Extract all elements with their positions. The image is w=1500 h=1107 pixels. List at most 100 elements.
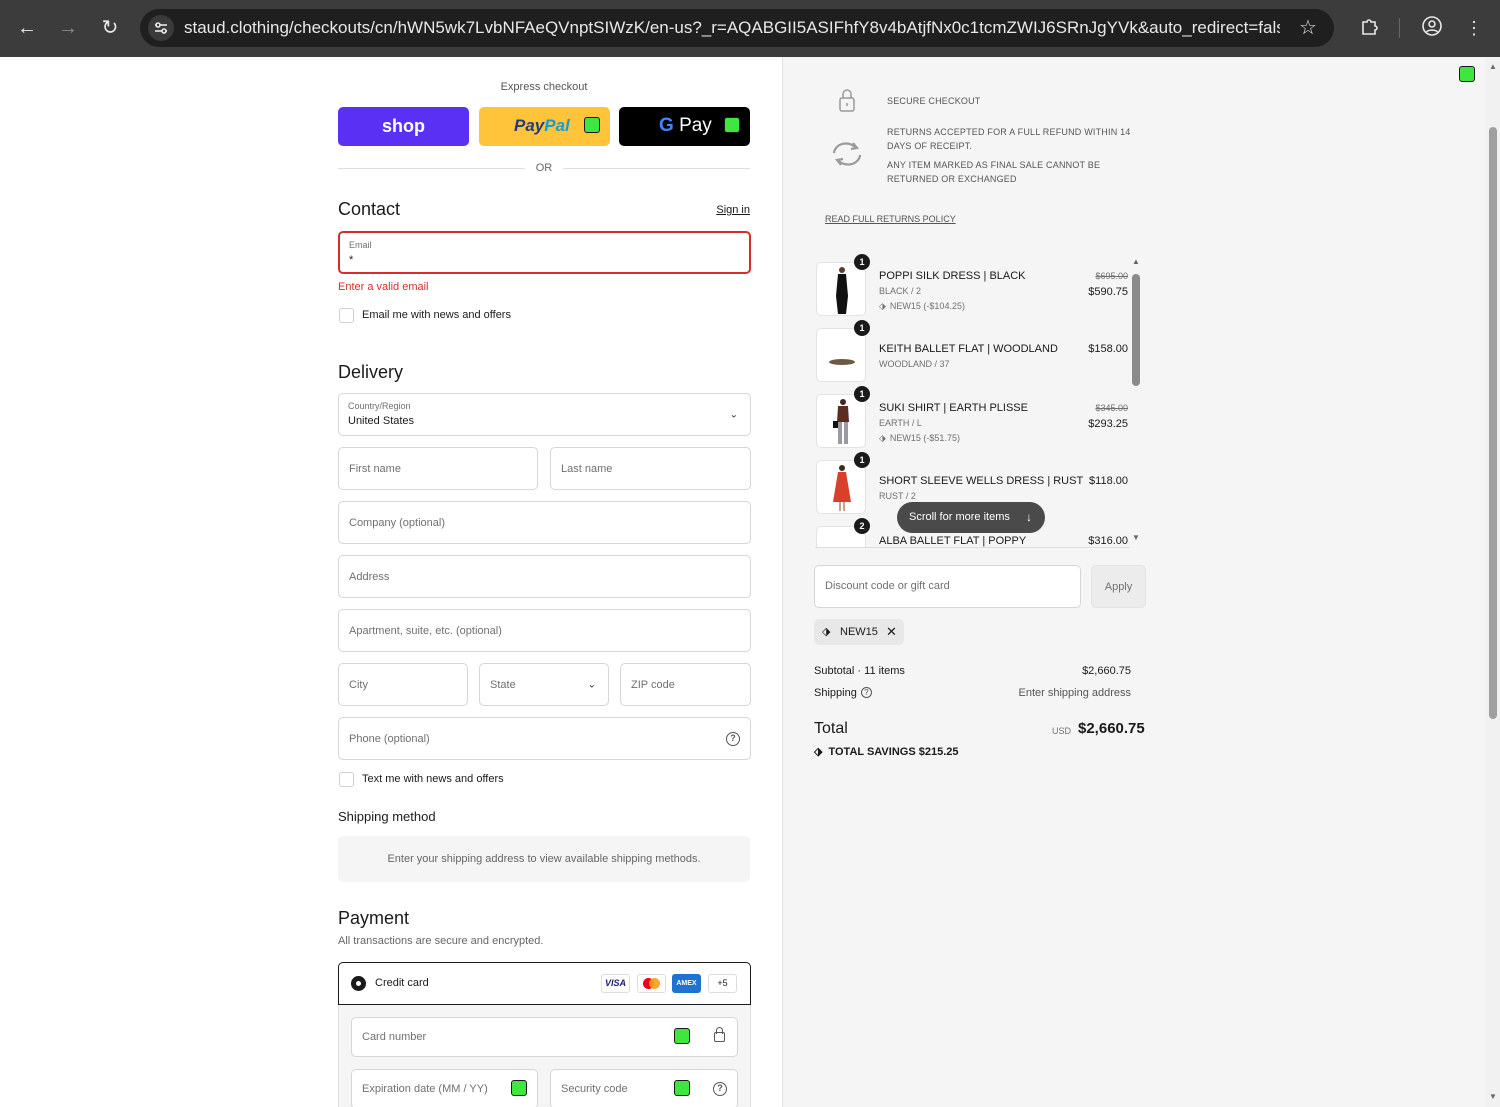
green-marker bbox=[674, 1028, 690, 1044]
extensions-icon[interactable] bbox=[1357, 15, 1383, 41]
product-image bbox=[816, 394, 866, 448]
apply-discount-button[interactable]: Apply bbox=[1091, 565, 1146, 608]
credit-card-option[interactable]: Credit card VISA AMEX +5 bbox=[338, 962, 751, 1005]
credit-card-radio[interactable] bbox=[351, 976, 366, 991]
site-info-icon[interactable] bbox=[148, 15, 174, 41]
or-divider-label: OR bbox=[535, 162, 553, 174]
first-name-field[interactable]: First name bbox=[338, 447, 538, 490]
email-field[interactable]: Email * bbox=[338, 231, 751, 274]
currency-label: USD bbox=[1052, 726, 1072, 736]
back-icon[interactable]: ← bbox=[13, 14, 41, 42]
expiration-field[interactable]: Expiration date (MM / YY) bbox=[351, 1069, 538, 1107]
expiration-placeholder: Expiration date (MM / YY) bbox=[362, 1083, 488, 1095]
company-field[interactable]: Company (optional) bbox=[338, 501, 751, 544]
returns-policy-link[interactable]: READ FULL RETURNS POLICY bbox=[825, 214, 956, 224]
more-cards-badge: +5 bbox=[708, 974, 737, 993]
sign-in-link[interactable]: Sign in bbox=[690, 204, 750, 216]
product-image bbox=[816, 262, 866, 316]
page-scrollbar[interactable]: ▲ ▼ bbox=[1486, 57, 1500, 1107]
zip-field[interactable]: ZIP code bbox=[620, 663, 751, 706]
city-field[interactable]: City bbox=[338, 663, 468, 706]
security-code-field[interactable]: Security code ? bbox=[550, 1069, 738, 1107]
apartment-placeholder: Apartment, suite, etc. (optional) bbox=[349, 624, 502, 637]
visa-icon: VISA bbox=[601, 974, 630, 993]
payment-subtitle: All transactions are secure and encrypte… bbox=[338, 935, 544, 947]
help-icon[interactable]: ? bbox=[726, 731, 740, 746]
quantity-badge: 1 bbox=[854, 254, 870, 270]
product-variant: EARTH / L bbox=[879, 418, 922, 428]
sms-newsletter-label: Text me with news and offers bbox=[362, 773, 504, 785]
green-marker bbox=[724, 117, 740, 133]
secure-checkout-text: SECURE CHECKOUT bbox=[887, 96, 981, 106]
google-pay-logo: G Pay bbox=[659, 115, 712, 136]
phone-field[interactable]: Phone (optional) ? bbox=[338, 717, 751, 760]
state-placeholder: State bbox=[490, 678, 516, 691]
shop-pay-button[interactable]: shop bbox=[338, 107, 469, 146]
country-value: United States bbox=[348, 415, 415, 427]
bookmark-star-icon[interactable]: ☆ bbox=[1296, 16, 1320, 40]
forward-icon[interactable]: → bbox=[54, 14, 82, 42]
product-variant: RUST / 2 bbox=[879, 491, 916, 501]
apartment-field[interactable]: Apartment, suite, etc. (optional) bbox=[338, 609, 751, 652]
product-name: ALBA BALLET FLAT | POPPY bbox=[879, 535, 1027, 547]
cart-item: 1 POPPI SILK DRESS | BLACK BLACK / 2 ⬗ NE… bbox=[812, 254, 1130, 324]
lock-icon bbox=[838, 87, 856, 118]
tag-icon: ⬗ bbox=[879, 433, 886, 443]
product-price: $293.25 bbox=[1088, 418, 1128, 430]
city-placeholder: City bbox=[349, 678, 368, 691]
product-price: $316.00 bbox=[1088, 535, 1128, 547]
help-icon[interactable]: ? bbox=[713, 1082, 727, 1096]
url-text[interactable]: staud.clothing/checkouts/cn/hWN5wk7LvbNF… bbox=[184, 9, 1280, 47]
final-sale-text: ANY ITEM MARKED AS FINAL SALE CANNOT BE … bbox=[887, 160, 1101, 184]
menu-icon[interactable]: ⋮ bbox=[1461, 15, 1487, 41]
last-name-field[interactable]: Last name bbox=[550, 447, 751, 490]
page-scroll-thumb[interactable] bbox=[1489, 127, 1497, 719]
company-placeholder: Company (optional) bbox=[349, 516, 445, 529]
chevron-down-icon: ⌄ bbox=[729, 409, 738, 420]
last-name-placeholder: Last name bbox=[561, 462, 613, 475]
discount-placeholder: Discount code or gift card bbox=[825, 580, 950, 592]
email-newsletter-checkbox[interactable] bbox=[339, 308, 354, 323]
scroll-down-arrow-icon[interactable]: ▼ bbox=[1489, 1093, 1497, 1101]
reload-icon[interactable]: ↻ bbox=[96, 14, 124, 42]
shipping-method-notice: Enter your shipping address to view avai… bbox=[338, 836, 750, 882]
state-select[interactable]: State ⌄ bbox=[479, 663, 609, 706]
phone-placeholder: Phone (optional) bbox=[349, 732, 430, 745]
express-checkout-label: Express checkout bbox=[500, 81, 588, 93]
remove-discount-icon[interactable]: ✕ bbox=[886, 619, 897, 645]
subtotal-value: $2,660.75 bbox=[1082, 665, 1131, 677]
total-label: Total bbox=[814, 720, 848, 737]
address-bar[interactable]: staud.clothing/checkouts/cn/hWN5wk7LvbNF… bbox=[140, 9, 1334, 47]
total-value: $2,660.75 bbox=[1078, 720, 1145, 737]
scroll-down-arrow-icon[interactable]: ▼ bbox=[1131, 533, 1141, 542]
address-field[interactable]: Address bbox=[338, 555, 751, 598]
product-image bbox=[816, 328, 866, 382]
cart-list-divider bbox=[815, 547, 1130, 548]
product-variant: BLACK / 2 bbox=[879, 286, 922, 296]
cart-list-scrollbar[interactable] bbox=[1132, 274, 1140, 386]
paypal-button[interactable]: PayPal bbox=[479, 107, 610, 146]
card-number-placeholder: Card number bbox=[362, 1031, 427, 1043]
help-icon[interactable]: ? bbox=[860, 687, 872, 698]
card-number-field[interactable]: Card number bbox=[351, 1017, 738, 1057]
profile-icon[interactable] bbox=[1419, 15, 1445, 41]
sms-newsletter-checkbox[interactable] bbox=[339, 772, 354, 787]
zip-placeholder: ZIP code bbox=[631, 678, 675, 691]
mastercard-icon bbox=[637, 974, 666, 993]
tag-icon: ⬗ bbox=[814, 746, 823, 758]
shipping-value: Enter shipping address bbox=[1018, 687, 1131, 699]
scroll-up-arrow-icon[interactable]: ▲ bbox=[1131, 257, 1141, 266]
country-select[interactable]: Country/Region United States ⌄ bbox=[338, 393, 751, 436]
toolbar-divider bbox=[1399, 18, 1400, 38]
or-divider-right bbox=[563, 168, 750, 169]
discount-code-input[interactable]: Discount code or gift card bbox=[814, 565, 1081, 608]
scroll-for-more-button[interactable]: Scroll for more items ↓ bbox=[897, 502, 1045, 533]
scroll-up-arrow-icon[interactable]: ▲ bbox=[1489, 63, 1497, 71]
email-label: Email bbox=[349, 240, 372, 250]
arrow-down-icon: ↓ bbox=[1026, 510, 1032, 524]
or-divider-left bbox=[338, 168, 525, 169]
google-pay-button[interactable]: G Pay bbox=[619, 107, 750, 146]
product-name: SUKI SHIRT | EARTH PLISSE bbox=[879, 402, 1028, 414]
shipping-label: Shipping? bbox=[814, 687, 872, 699]
product-price: $590.75 bbox=[1088, 286, 1128, 298]
